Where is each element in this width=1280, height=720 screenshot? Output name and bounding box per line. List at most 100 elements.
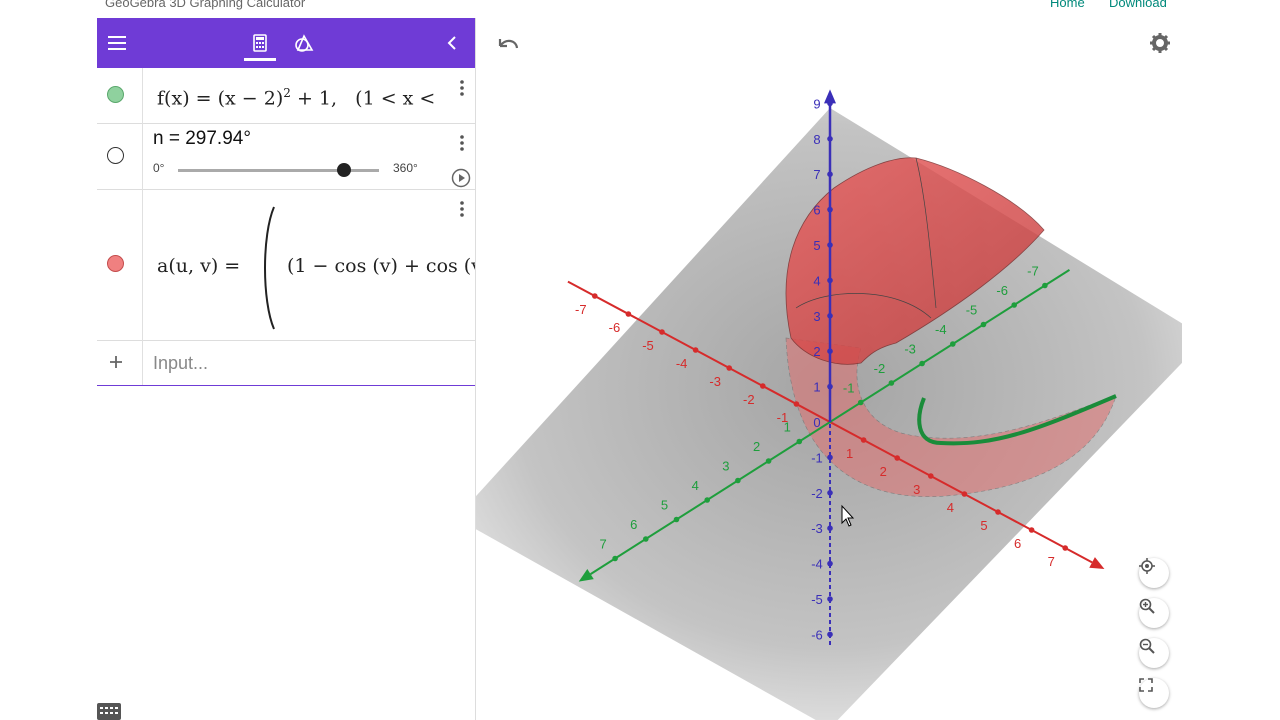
z-tick-label: 6: [813, 203, 820, 218]
y-tick: [980, 321, 987, 328]
y-tick: [919, 360, 925, 367]
z-tick-label: 3: [813, 309, 820, 324]
x-tick-label: 2: [880, 464, 887, 479]
z-tick-label: 9: [813, 96, 820, 111]
zoom-out-button[interactable]: [1139, 638, 1169, 668]
visibility-toggle[interactable]: [107, 86, 124, 103]
zoom-in-button[interactable]: [1139, 598, 1169, 628]
visibility-column: [97, 123, 143, 189]
x-tick-label: -7: [575, 302, 587, 317]
y-tick: [1011, 302, 1017, 308]
surface-component[interactable]: (1 − cos (v) + cos (v: [287, 255, 475, 277]
plus-icon[interactable]: [109, 355, 123, 369]
x-tick-label: 6: [1014, 536, 1021, 551]
z-tick-label: -1: [811, 450, 823, 465]
y-tick-label: 5: [661, 498, 668, 513]
x-tick: [726, 365, 732, 371]
z-tick: [827, 560, 833, 567]
x-tick: [692, 347, 699, 353]
slider-max-label: 360°: [393, 161, 418, 175]
z-tick: [827, 206, 833, 213]
x-tick: [625, 311, 632, 317]
algebra-row-surface[interactable]: a(u, v) = (1 − cos (v) + cos (v: [97, 189, 475, 341]
undo-icon[interactable]: [498, 39, 519, 49]
z-tick-label: -2: [811, 486, 823, 501]
z-tick: [827, 242, 833, 248]
y-tick-label: 3: [722, 459, 729, 474]
fullscreen-button[interactable]: [1139, 678, 1169, 708]
more-vert-icon[interactable]: [460, 80, 464, 96]
y-tick-label: 6: [630, 517, 637, 532]
y-tick-label: 1: [784, 420, 791, 435]
function-expression[interactable]: f(x) = (x − 2)2 + 1, (1 < x <: [157, 86, 435, 109]
y-tick: [950, 341, 956, 347]
z-tick: [827, 171, 833, 177]
collapse-panel-button[interactable]: [437, 18, 467, 68]
x-tick: [928, 473, 934, 479]
x-tick-label: -5: [642, 338, 654, 353]
visibility-toggle[interactable]: [107, 147, 124, 164]
slider-value-label[interactable]: n = 297.94°: [153, 128, 251, 150]
y-tick-label: -3: [904, 342, 916, 357]
target-icon: [1139, 558, 1155, 574]
x-tick-label: 7: [1048, 554, 1055, 569]
y-tick: [857, 399, 864, 406]
y-tick-label: -1: [843, 381, 855, 396]
tab-tools[interactable]: [287, 18, 321, 68]
x-tick: [760, 383, 766, 389]
z-tick-label: 1: [813, 380, 820, 395]
visibility-toggle[interactable]: [107, 255, 124, 272]
algebra-row-slider[interactable]: n = 297.94° 0° 360°: [97, 123, 475, 190]
home-link[interactable]: Home: [1050, 0, 1085, 10]
right-margin: [1182, 18, 1280, 720]
more-vert-icon[interactable]: [460, 201, 464, 217]
keyboard-icon[interactable]: [97, 703, 121, 720]
z-tick-label: -6: [811, 627, 823, 642]
x-tick-label: -3: [709, 374, 721, 389]
z-tick: [827, 348, 833, 355]
top-bar: GeoGebra 3D Graphing Calculator Home Dow…: [0, 0, 1280, 19]
z-tick: [827, 136, 833, 142]
x-tick: [961, 491, 968, 497]
menu-icon: [108, 36, 126, 50]
gear-icon[interactable]: [1150, 33, 1170, 53]
slider-min-label: 0°: [153, 161, 165, 175]
algebra-input[interactable]: Input...: [153, 353, 208, 374]
more-vert-icon[interactable]: [460, 135, 464, 151]
menu-button[interactable]: [97, 18, 137, 68]
algebra-panel: f(x) = (x − 2)2 + 1, (1 < x < n = 297.94…: [97, 18, 476, 720]
z-tick: [827, 313, 833, 319]
x-tick-label: 3: [913, 482, 920, 497]
y-tick-label: 4: [692, 478, 699, 493]
visibility-column: [97, 68, 143, 123]
3d-scene[interactable]: -7 -6 -5 -4 -3 -2 -1 1 2 3 4 5 6 7 -7 -6 -5 -4 -3 -2 -1 1 2 3 4 5…: [476, 18, 1182, 720]
x-tick: [1028, 527, 1035, 533]
z-tick-label: 7: [813, 167, 820, 182]
slider-handle[interactable]: [337, 163, 351, 177]
play-icon[interactable]: [451, 168, 471, 188]
z-tick-label: -5: [811, 592, 823, 607]
y-tick: [643, 536, 649, 542]
y-tick-label: 2: [753, 439, 760, 454]
standard-view-button[interactable]: [1139, 558, 1169, 588]
algebra-input-row[interactable]: Input...: [97, 340, 475, 386]
x-tick: [659, 329, 665, 335]
visibility-column: [97, 189, 143, 340]
download-link[interactable]: Download: [1109, 0, 1167, 10]
y-tick-label: -5: [966, 303, 978, 318]
z-tick-label: 4: [813, 273, 820, 288]
left-margin: [0, 18, 97, 720]
algebra-toolbar: [97, 18, 475, 68]
graphics-3d-view[interactable]: -7 -6 -5 -4 -3 -2 -1 1 2 3 4 5 6 7 -7 -6 -5 -4 -3 -2 -1 1 2 3 4 5…: [476, 18, 1182, 720]
x-tick: [995, 509, 1001, 515]
surface-expression[interactable]: a(u, v) =: [157, 255, 240, 277]
y-tick: [796, 438, 803, 445]
y-tick: [673, 516, 680, 523]
zoom-out-icon: [1139, 638, 1155, 654]
z-tick: [827, 490, 833, 496]
calculator-icon: [253, 34, 267, 52]
z-tick-label: -4: [811, 557, 823, 572]
algebra-row-function[interactable]: f(x) = (x − 2)2 + 1, (1 < x <: [97, 68, 475, 124]
y-tick-label: -7: [1027, 264, 1039, 279]
x-tick: [793, 401, 800, 407]
